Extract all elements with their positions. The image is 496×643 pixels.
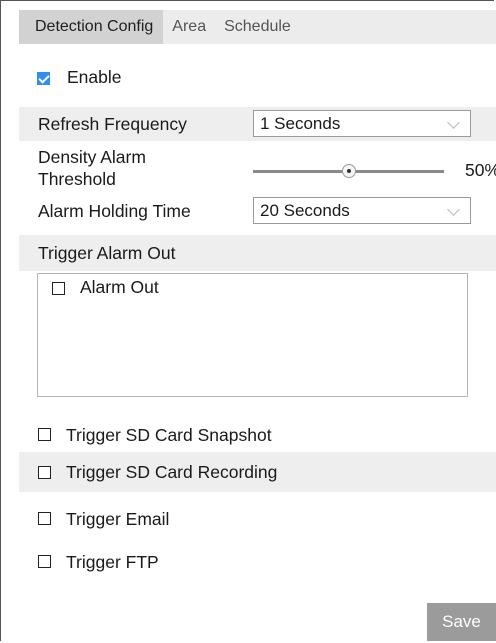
trigger-sd-recording-row: Trigger SD Card Recording	[19, 452, 496, 492]
trigger-email-checkbox[interactable]	[38, 512, 51, 525]
trigger-ftp-label: Trigger FTP	[66, 551, 159, 572]
refresh-frequency-select[interactable]: 1 Seconds	[253, 110, 471, 137]
density-alarm-slider-thumb[interactable]	[341, 164, 356, 178]
tab-bar: Detection Config Area Schedule	[19, 10, 496, 44]
trigger-sd-recording-checkbox[interactable]	[38, 466, 51, 479]
trigger-sd-recording-label: Trigger SD Card Recording	[66, 461, 278, 482]
enable-row: Enable	[19, 62, 496, 92]
enable-label: Enable	[67, 66, 122, 87]
tab-area[interactable]: Area	[163, 10, 215, 44]
density-alarm-label-line2: Threshold	[38, 169, 116, 189]
alarm-holding-value: 20 Seconds	[260, 200, 350, 220]
trigger-sd-snapshot-row: Trigger SD Card Snapshot	[19, 418, 496, 452]
enable-checkbox[interactable]	[37, 72, 50, 85]
trigger-ftp-checkbox[interactable]	[38, 555, 51, 568]
trigger-email-row: Trigger Email	[19, 502, 496, 536]
chevron-down-icon	[447, 203, 460, 216]
tab-schedule[interactable]: Schedule	[215, 10, 300, 44]
trigger-sd-snapshot-label: Trigger SD Card Snapshot	[66, 424, 272, 445]
refresh-frequency-label: Refresh Frequency	[38, 113, 187, 134]
density-alarm-label-line1: Density Alarm	[38, 147, 146, 167]
trigger-alarm-out-header: Trigger Alarm Out	[19, 235, 496, 271]
trigger-alarm-out-heading: Trigger Alarm Out	[38, 242, 176, 263]
alarm-holding-label: Alarm Holding Time	[38, 200, 191, 221]
density-alarm-value: 50%	[465, 160, 496, 180]
trigger-ftp-row: Trigger FTP	[19, 545, 496, 579]
alarm-out-list: Alarm Out	[37, 273, 468, 397]
save-button[interactable]: Save	[427, 603, 496, 641]
trigger-email-label: Trigger Email	[66, 508, 170, 529]
tab-detection-config[interactable]: Detection Config	[19, 10, 164, 44]
alarm-out-label: Alarm Out	[80, 277, 159, 297]
alarm-out-checkbox[interactable]	[52, 282, 65, 295]
trigger-sd-snapshot-checkbox[interactable]	[38, 428, 51, 441]
density-alarm-label: Density Alarm Threshold	[38, 146, 146, 190]
alarm-holding-select[interactable]: 20 Seconds	[253, 197, 471, 224]
refresh-frequency-value: 1 Seconds	[260, 113, 341, 133]
chevron-down-icon	[447, 116, 460, 129]
